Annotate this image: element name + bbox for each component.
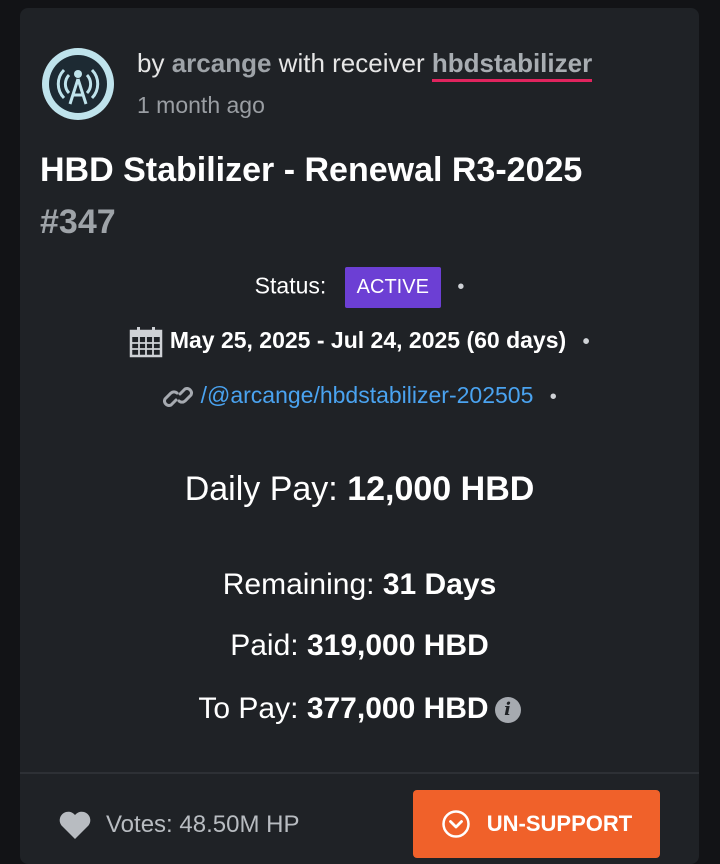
daily-pay-value: 12,000 HBD — [347, 470, 535, 508]
receiver-link[interactable]: hbdstabilizer — [431, 48, 593, 82]
proposal-card: by arcange with receiver hbdstabilizer 1… — [20, 8, 699, 864]
remaining-value: 31 Days — [382, 568, 497, 601]
proposal-number: #347 — [40, 203, 116, 241]
info-icon[interactable]: i — [494, 697, 521, 724]
status-badge: ACTIVE — [344, 267, 441, 308]
proposal-title-text: HBD Stabilizer - Renewal R3-2025 — [40, 151, 583, 189]
heart-icon[interactable] — [58, 810, 92, 840]
byline: by arcange with receiver hbdstabilizer — [137, 48, 593, 82]
votes-label: Votes: — [106, 811, 173, 838]
to-pay-stat: To Pay: 377,000 HBD i — [20, 692, 699, 726]
daily-pay: Daily Pay: 12,000 HBD — [20, 470, 699, 509]
paid-value: 319,000 HBD — [306, 629, 489, 662]
paid-stat: Paid: 319,000 HBD — [20, 629, 699, 663]
votes: Votes: 48.50M HP — [58, 810, 299, 840]
remaining-stat: Remaining: 31 Days — [20, 568, 699, 602]
byline-prefix: by — [137, 48, 165, 78]
to-pay-label: To Pay: — [198, 692, 299, 725]
daily-pay-label: Daily Pay: — [184, 470, 338, 508]
unsupport-button[interactable]: UN-SUPPORT — [413, 790, 660, 858]
to-pay-value: 377,000 HBD — [306, 692, 489, 725]
separator-dot: • — [457, 276, 465, 298]
author-link[interactable]: arcange — [172, 48, 272, 78]
unsupport-label: UN-SUPPORT — [486, 811, 633, 836]
proposal-title[interactable]: HBD Stabilizer - Renewal R3-2025 #347 — [40, 144, 660, 248]
separator-dot: • — [549, 385, 557, 408]
status-row: Status: ACTIVE • — [20, 267, 699, 308]
date-range-text: May 25, 2025 - Jul 24, 2025 (60 days) — [169, 327, 567, 354]
card-footer: Votes: 48.50M HP UN-SUPPORT — [20, 772, 699, 864]
link-icon — [163, 387, 194, 407]
byline-middle: with receiver — [278, 48, 425, 78]
calendar-icon — [130, 327, 163, 358]
paid-label: Paid: — [230, 629, 299, 662]
permlink-link[interactable]: /@arcange/hbdstabilizer-202505 — [201, 382, 534, 408]
broadcast-logo-icon — [44, 50, 112, 118]
separator-dot: • — [582, 330, 590, 353]
chevron-circle-icon — [442, 810, 470, 838]
status-label: Status: — [254, 272, 327, 299]
timestamp: 1 month ago — [137, 92, 265, 118]
permlink-row: /@arcange/hbdstabilizer-202505 • — [20, 382, 699, 412]
date-range-row: May 25, 2025 - Jul 24, 2025 (60 days) • — [20, 326, 699, 358]
votes-value: 48.50M HP — [179, 811, 300, 838]
remaining-label: Remaining: — [222, 568, 375, 601]
author-avatar[interactable] — [42, 48, 114, 120]
